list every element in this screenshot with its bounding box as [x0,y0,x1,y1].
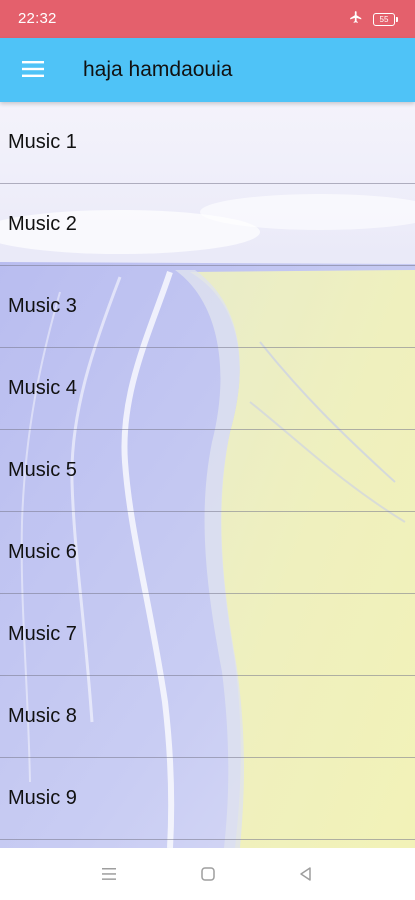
list-item-label: Music 2 [8,213,77,235]
list-item-label: Music 9 [8,787,77,809]
list-item-label: Music 1 [8,131,77,153]
list-item-music-4[interactable]: Music 4 [0,348,415,430]
status-time: 22:32 [18,10,57,27]
recent-apps-icon [102,868,116,880]
list-item-music-5[interactable]: Music 5 [0,430,415,512]
app-bar: haja hamdaouia [0,38,415,102]
list-item-music-9[interactable]: Music 9 [0,758,415,840]
app-title: haja hamdaouia [83,58,233,81]
list-item-music-8[interactable]: Music 8 [0,676,415,758]
list-item-label: Music 3 [8,295,77,317]
music-list: Music 1 Music 2 Music 3 Music 4 Music 5 … [0,102,415,840]
home-button[interactable] [196,862,220,886]
navigation-bar [0,848,415,900]
list-item-music-7[interactable]: Music 7 [0,594,415,676]
list-item-label: Music 7 [8,623,77,645]
screen: 22:32 55 haja hamdaouia Music 1 Music 2 … [0,0,415,900]
list-item-music-3[interactable]: Music 3 [0,266,415,348]
airplane-icon [349,10,363,29]
home-icon [201,867,215,881]
back-icon [300,867,311,881]
list-item-label: Music 8 [8,705,77,727]
battery-level: 55 [379,14,389,24]
list-item-music-1[interactable]: Music 1 [0,102,415,184]
status-bar: 22:32 55 [0,0,415,38]
content-area: Music 1 Music 2 Music 3 Music 4 Music 5 … [0,102,415,848]
list-item-label: Music 5 [8,459,77,481]
menu-button[interactable] [10,46,56,92]
list-item-label: Music 6 [8,541,77,563]
battery-icon: 55 [373,12,398,26]
back-button[interactable] [294,862,318,886]
list-item-music-6[interactable]: Music 6 [0,512,415,594]
status-icons: 55 [349,0,398,38]
recent-apps-button[interactable] [97,862,121,886]
hamburger-menu-icon [22,61,44,77]
list-item-music-2[interactable]: Music 2 [0,184,415,266]
list-item-label: Music 4 [8,377,77,399]
